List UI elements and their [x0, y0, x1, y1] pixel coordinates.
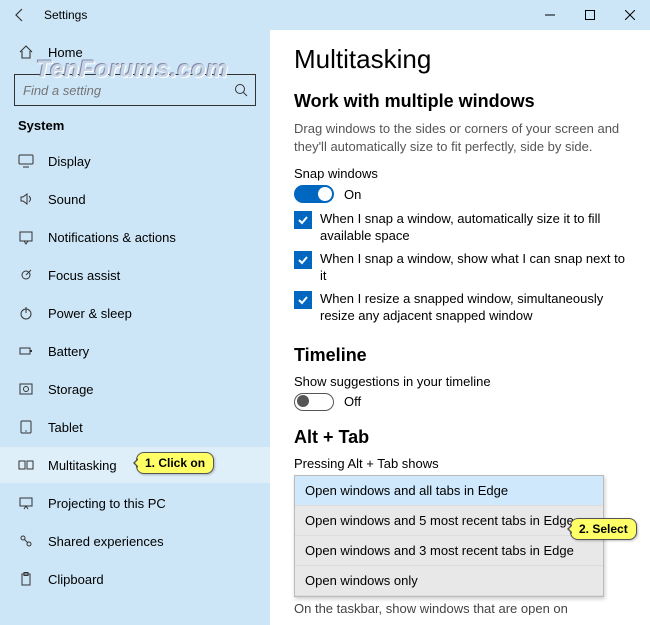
sidebar-item-label: Power & sleep	[48, 306, 132, 321]
sidebar: Home System Display Sound Notifications & …	[0, 30, 270, 625]
snap-check-row: When I snap a window, show what I can sn…	[294, 251, 626, 285]
sidebar-item-focus[interactable]: Focus assist	[0, 257, 270, 293]
multitasking-icon	[18, 457, 34, 473]
timeline-toggle-label: Show suggestions in your timeline	[294, 374, 626, 389]
alttab-dropdown[interactable]: Open windows and all tabs in EdgeOpen wi…	[294, 475, 604, 597]
sidebar-item-shared[interactable]: Shared experiences	[0, 523, 270, 559]
sidebar-item-label: Tablet	[48, 420, 83, 435]
minimize-button[interactable]	[530, 0, 570, 30]
sidebar-item-display[interactable]: Display	[0, 143, 270, 179]
sidebar-home[interactable]: Home	[0, 34, 270, 70]
tablet-icon	[18, 419, 34, 435]
snap-toggle-state: On	[344, 187, 361, 202]
sidebar-section-label: System	[0, 114, 270, 141]
alttab-label: Pressing Alt + Tab shows	[294, 456, 626, 471]
cutoff-text: On the taskbar, show windows that are op…	[294, 601, 626, 615]
sidebar-item-clipboard[interactable]: Clipboard	[0, 561, 270, 597]
alttab-section-title: Alt + Tab	[294, 427, 626, 448]
titlebar: Settings	[0, 0, 650, 30]
battery-icon	[18, 343, 34, 359]
sound-icon	[18, 191, 34, 207]
snap-check-label: When I snap a window, automatically size…	[320, 211, 626, 245]
timeline-toggle[interactable]	[294, 393, 334, 411]
sidebar-item-notifications[interactable]: Notifications & actions	[0, 219, 270, 255]
projecting-icon	[18, 495, 34, 511]
sidebar-item-multitasking[interactable]: Multitasking	[0, 447, 270, 483]
home-icon	[18, 44, 34, 60]
content-area: Multitasking Work with multiple windows …	[270, 30, 650, 625]
sidebar-item-label: Projecting to this PC	[48, 496, 166, 511]
shared-icon	[18, 533, 34, 549]
sidebar-item-power[interactable]: Power & sleep	[0, 295, 270, 331]
sidebar-nav-list: Display Sound Notifications & actions Focus…	[0, 141, 270, 625]
checkbox[interactable]	[294, 211, 312, 229]
snap-toggle-label: Snap windows	[294, 166, 626, 181]
search-box[interactable]	[14, 74, 256, 106]
snap-section-title: Work with multiple windows	[294, 91, 626, 112]
sidebar-home-label: Home	[48, 45, 83, 60]
checkbox[interactable]	[294, 291, 312, 309]
snap-description: Drag windows to the sides or corners of …	[294, 120, 626, 156]
focus-icon	[18, 267, 34, 283]
timeline-toggle-state: Off	[344, 394, 361, 409]
sidebar-item-storage[interactable]: Storage	[0, 371, 270, 407]
snap-check-label: When I snap a window, show what I can sn…	[320, 251, 626, 285]
alttab-option[interactable]: Open windows and all tabs in Edge	[295, 476, 603, 506]
alttab-option[interactable]: Open windows and 3 most recent tabs in E…	[295, 536, 603, 566]
sidebar-item-label: Storage	[48, 382, 94, 397]
snap-check-label: When I resize a snapped window, simultan…	[320, 291, 626, 325]
window-title: Settings	[40, 8, 87, 22]
sidebar-item-battery[interactable]: Battery	[0, 333, 270, 369]
alttab-option[interactable]: Open windows only	[295, 566, 603, 596]
clipboard-icon	[18, 571, 34, 587]
alttab-option[interactable]: Open windows and 5 most recent tabs in E…	[295, 506, 603, 536]
snap-toggle[interactable]	[294, 185, 334, 203]
sidebar-item-sound[interactable]: Sound	[0, 181, 270, 217]
page-title: Multitasking	[294, 44, 626, 75]
power-icon	[18, 305, 34, 321]
snap-check-row: When I snap a window, automatically size…	[294, 211, 626, 245]
search-icon	[233, 82, 249, 98]
sidebar-item-label: Focus assist	[48, 268, 120, 283]
maximize-button[interactable]	[570, 0, 610, 30]
sidebar-item-projecting[interactable]: Projecting to this PC	[0, 485, 270, 521]
sidebar-item-tablet[interactable]: Tablet	[0, 409, 270, 445]
display-icon	[18, 153, 34, 169]
sidebar-item-label: Battery	[48, 344, 89, 359]
checkbox[interactable]	[294, 251, 312, 269]
timeline-section-title: Timeline	[294, 345, 626, 366]
sidebar-item-label: Shared experiences	[48, 534, 164, 549]
snap-check-row: When I resize a snapped window, simultan…	[294, 291, 626, 325]
sidebar-item-label: Notifications & actions	[48, 230, 176, 245]
search-input[interactable]	[21, 82, 233, 99]
storage-icon	[18, 381, 34, 397]
back-button[interactable]	[0, 7, 40, 23]
sidebar-item-label: Display	[48, 154, 91, 169]
sidebar-item-label: Multitasking	[48, 458, 117, 473]
sidebar-item-label: Sound	[48, 192, 86, 207]
notifications-icon	[18, 229, 34, 245]
sidebar-item-label: Clipboard	[48, 572, 104, 587]
close-button[interactable]	[610, 0, 650, 30]
